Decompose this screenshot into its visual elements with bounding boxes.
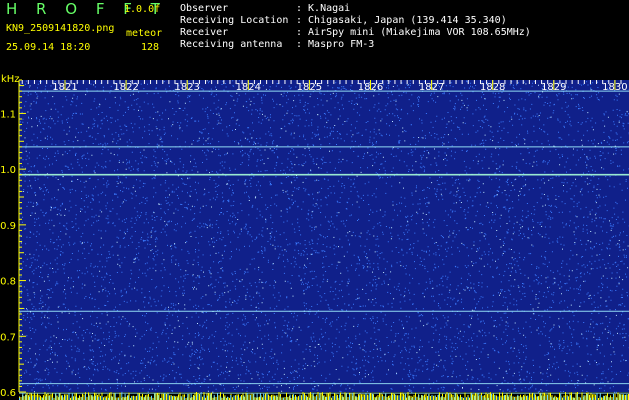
x-tick-label: 1821 bbox=[52, 82, 77, 93]
info-row-antenna: Receiving antenna : Maspro FM-3 bbox=[180, 39, 374, 50]
x-tick-label: 1823 bbox=[174, 82, 199, 93]
info-value: : Chigasaki, Japan (139.414 35.340) bbox=[296, 15, 507, 26]
y-tick-label: 1.0 bbox=[0, 165, 16, 176]
info-value: : Maspro FM-3 bbox=[296, 39, 375, 50]
y-tick-label: 1.1 bbox=[0, 109, 16, 120]
info-label: Receiving Location bbox=[180, 15, 289, 26]
info-label: Receiving antenna bbox=[180, 39, 283, 50]
y-tick-label: 0.9 bbox=[0, 221, 16, 232]
x-tick-label: 1830 bbox=[602, 82, 627, 93]
version-label: 1.0.0f bbox=[124, 4, 161, 15]
header-panel: H R O F F T 1.0.0f KN9_2509141820.png me… bbox=[0, 0, 629, 74]
info-value: : K.Nagai bbox=[296, 3, 351, 14]
x-tick-label: 1828 bbox=[480, 82, 505, 93]
y-tick-label: 0.8 bbox=[0, 277, 16, 288]
spectrogram-chart: 1821 1822 1823 1824 1825 1826 1827 1828 1829 1830… bbox=[0, 79, 629, 400]
info-value: : AirSpy mini (Miakejima VOR 108.65MHz) bbox=[296, 27, 531, 38]
y-tick-label: 0.6 bbox=[0, 388, 16, 399]
info-label: Receiver bbox=[180, 27, 229, 38]
info-row-receiver: Receiver : AirSpy mini (Miakejima VOR 108… bbox=[180, 27, 531, 38]
info-row-location: Receiving Location : Chigasaki, Japan (13… bbox=[180, 15, 507, 26]
x-tick-label: 1824 bbox=[236, 82, 261, 93]
x-tick-label: 1829 bbox=[541, 82, 566, 93]
x-tick-label: 1827 bbox=[419, 82, 444, 93]
y-tick-label: 0.7 bbox=[0, 332, 16, 343]
info-label: Observer bbox=[180, 3, 229, 14]
datetime-label: 25.09.14 18:20 bbox=[6, 42, 91, 53]
spectrogram-background bbox=[19, 80, 629, 392]
x-tick-label: 1822 bbox=[113, 82, 138, 93]
count-label: 128 bbox=[141, 42, 160, 53]
info-row-observer: Observer : K.Nagai bbox=[180, 3, 350, 14]
x-tick-label: 1825 bbox=[297, 82, 322, 93]
x-tick-label: 1826 bbox=[358, 82, 383, 93]
mode-label: meteor bbox=[126, 28, 163, 39]
filename-label: KN9_2509141820.png bbox=[6, 23, 115, 34]
